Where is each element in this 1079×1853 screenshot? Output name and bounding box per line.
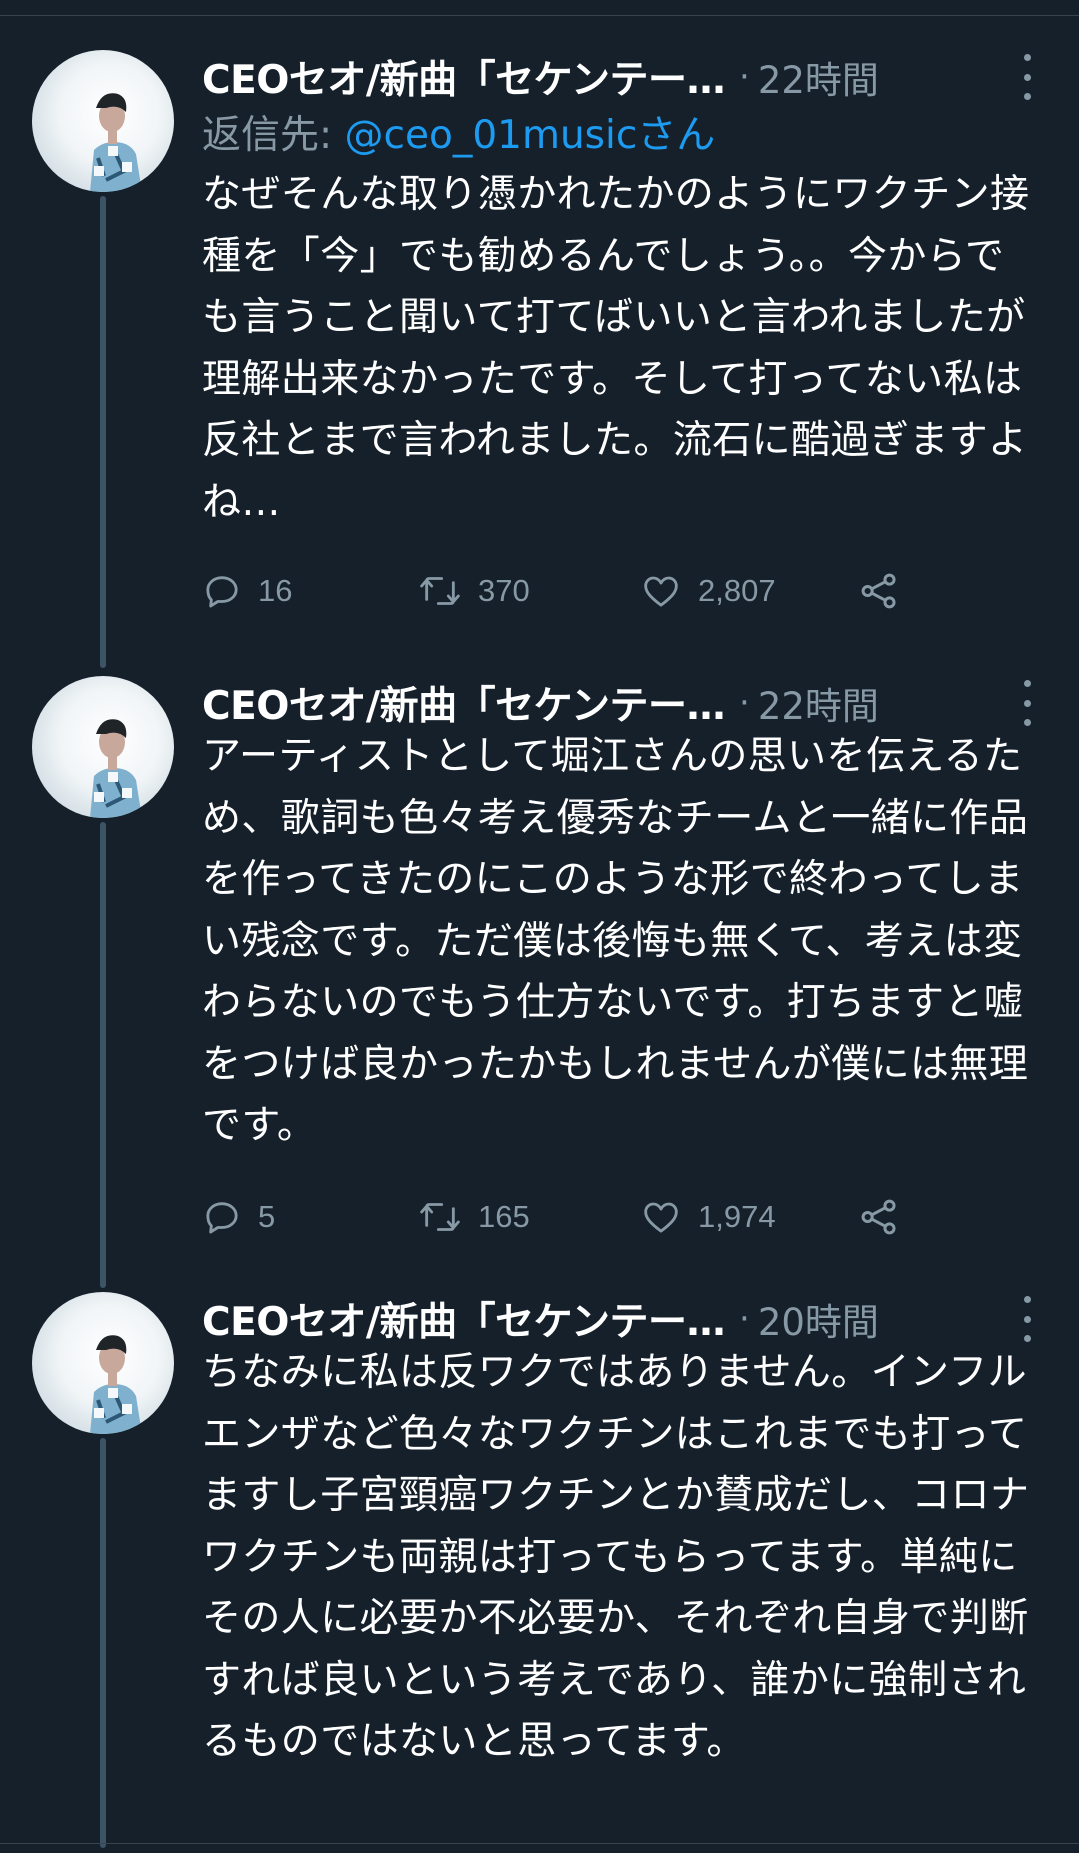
- mention-link[interactable]: @ceo_01musicさん: [345, 113, 716, 158]
- tweet-text: アーティストとして堀江さんの思いを伝えるため、歌詞も色々考え優秀なチームと一緒に…: [202, 734, 1029, 1148]
- reply-button[interactable]: 5: [202, 1192, 275, 1242]
- tweet-text: なぜそんな取り憑かれたかのようにワクチン接種を「今」でも勧めるんでしょう。。今か…: [202, 172, 1030, 525]
- author-name[interactable]: CEOセオ/新曲「セケンテー…: [202, 675, 726, 731]
- retweet-count: 165: [478, 1199, 530, 1234]
- tweet[interactable]: CEOセオ/新曲「セケンテー… · 22時間 アーティストとして堀江さんの思いを…: [0, 670, 1079, 1235]
- reply-icon: [206, 1202, 238, 1234]
- tweet-header: CEOセオ/新曲「セケンテー… · 22時間: [202, 44, 1042, 110]
- replying-label: 返信先:: [202, 113, 345, 158]
- tweet-actions: 16 370 2,807: [202, 566, 922, 616]
- reply-count: 16: [258, 573, 293, 608]
- tweet-actions: 5 165 1,974: [202, 1192, 922, 1242]
- reply-icon: [206, 576, 238, 608]
- share-button[interactable]: [858, 1192, 900, 1242]
- more-vertical-icon[interactable]: [1012, 1296, 1042, 1342]
- timestamp[interactable]: 20時間: [758, 1292, 879, 1346]
- like-count: 2,807: [698, 573, 776, 608]
- like-count: 1,974: [698, 1199, 776, 1234]
- avatar-image: [90, 1335, 142, 1434]
- header-separator: ·: [739, 1299, 750, 1339]
- heart-icon: [644, 1202, 678, 1233]
- tweet[interactable]: CEOセオ/新曲「セケンテー… · 22時間 返信先: @ceo_01music…: [0, 44, 1079, 624]
- share-button[interactable]: [858, 566, 900, 616]
- author-name[interactable]: CEOセオ/新曲「セケンテー…: [202, 49, 726, 105]
- header-separator: ·: [739, 57, 750, 97]
- avatar-image: [90, 719, 142, 818]
- share-icon: [861, 573, 896, 609]
- retweet-count: 370: [478, 573, 530, 608]
- retweet-icon: [420, 577, 460, 605]
- avatar[interactable]: [32, 676, 174, 818]
- tweet-text: ちなみに私は反ワクではありません。インフルエンザなど色々なワクチンはこれまでも打…: [202, 1350, 1030, 1764]
- retweet-icon: [420, 1203, 460, 1231]
- replying-to: 返信先: @ceo_01musicさん: [202, 110, 715, 162]
- like-button[interactable]: 1,974: [640, 1192, 776, 1242]
- top-divider: [0, 0, 1079, 16]
- reply-button[interactable]: 16: [202, 566, 292, 616]
- retweet-button[interactable]: 370: [418, 566, 530, 616]
- reply-count: 5: [258, 1199, 276, 1234]
- timestamp[interactable]: 22時間: [758, 50, 879, 104]
- avatar-image: [90, 93, 142, 192]
- more-vertical-icon[interactable]: [1012, 54, 1042, 100]
- timestamp[interactable]: 22時間: [758, 676, 879, 730]
- tweet[interactable]: CEOセオ/新曲「セケンテー… · 20時間 ちなみに私は反ワクではありません。…: [0, 1286, 1079, 1842]
- avatar[interactable]: [32, 50, 174, 192]
- more-vertical-icon[interactable]: [1012, 680, 1042, 726]
- author-name[interactable]: CEOセオ/新曲「セケンテー…: [202, 1291, 726, 1347]
- bottom-divider: [0, 1843, 1079, 1853]
- share-icon: [861, 1199, 896, 1235]
- retweet-button[interactable]: 165: [418, 1192, 530, 1242]
- avatar[interactable]: [32, 1292, 174, 1434]
- heart-icon: [644, 576, 678, 607]
- header-separator: ·: [739, 683, 750, 723]
- like-button[interactable]: 2,807: [640, 566, 776, 616]
